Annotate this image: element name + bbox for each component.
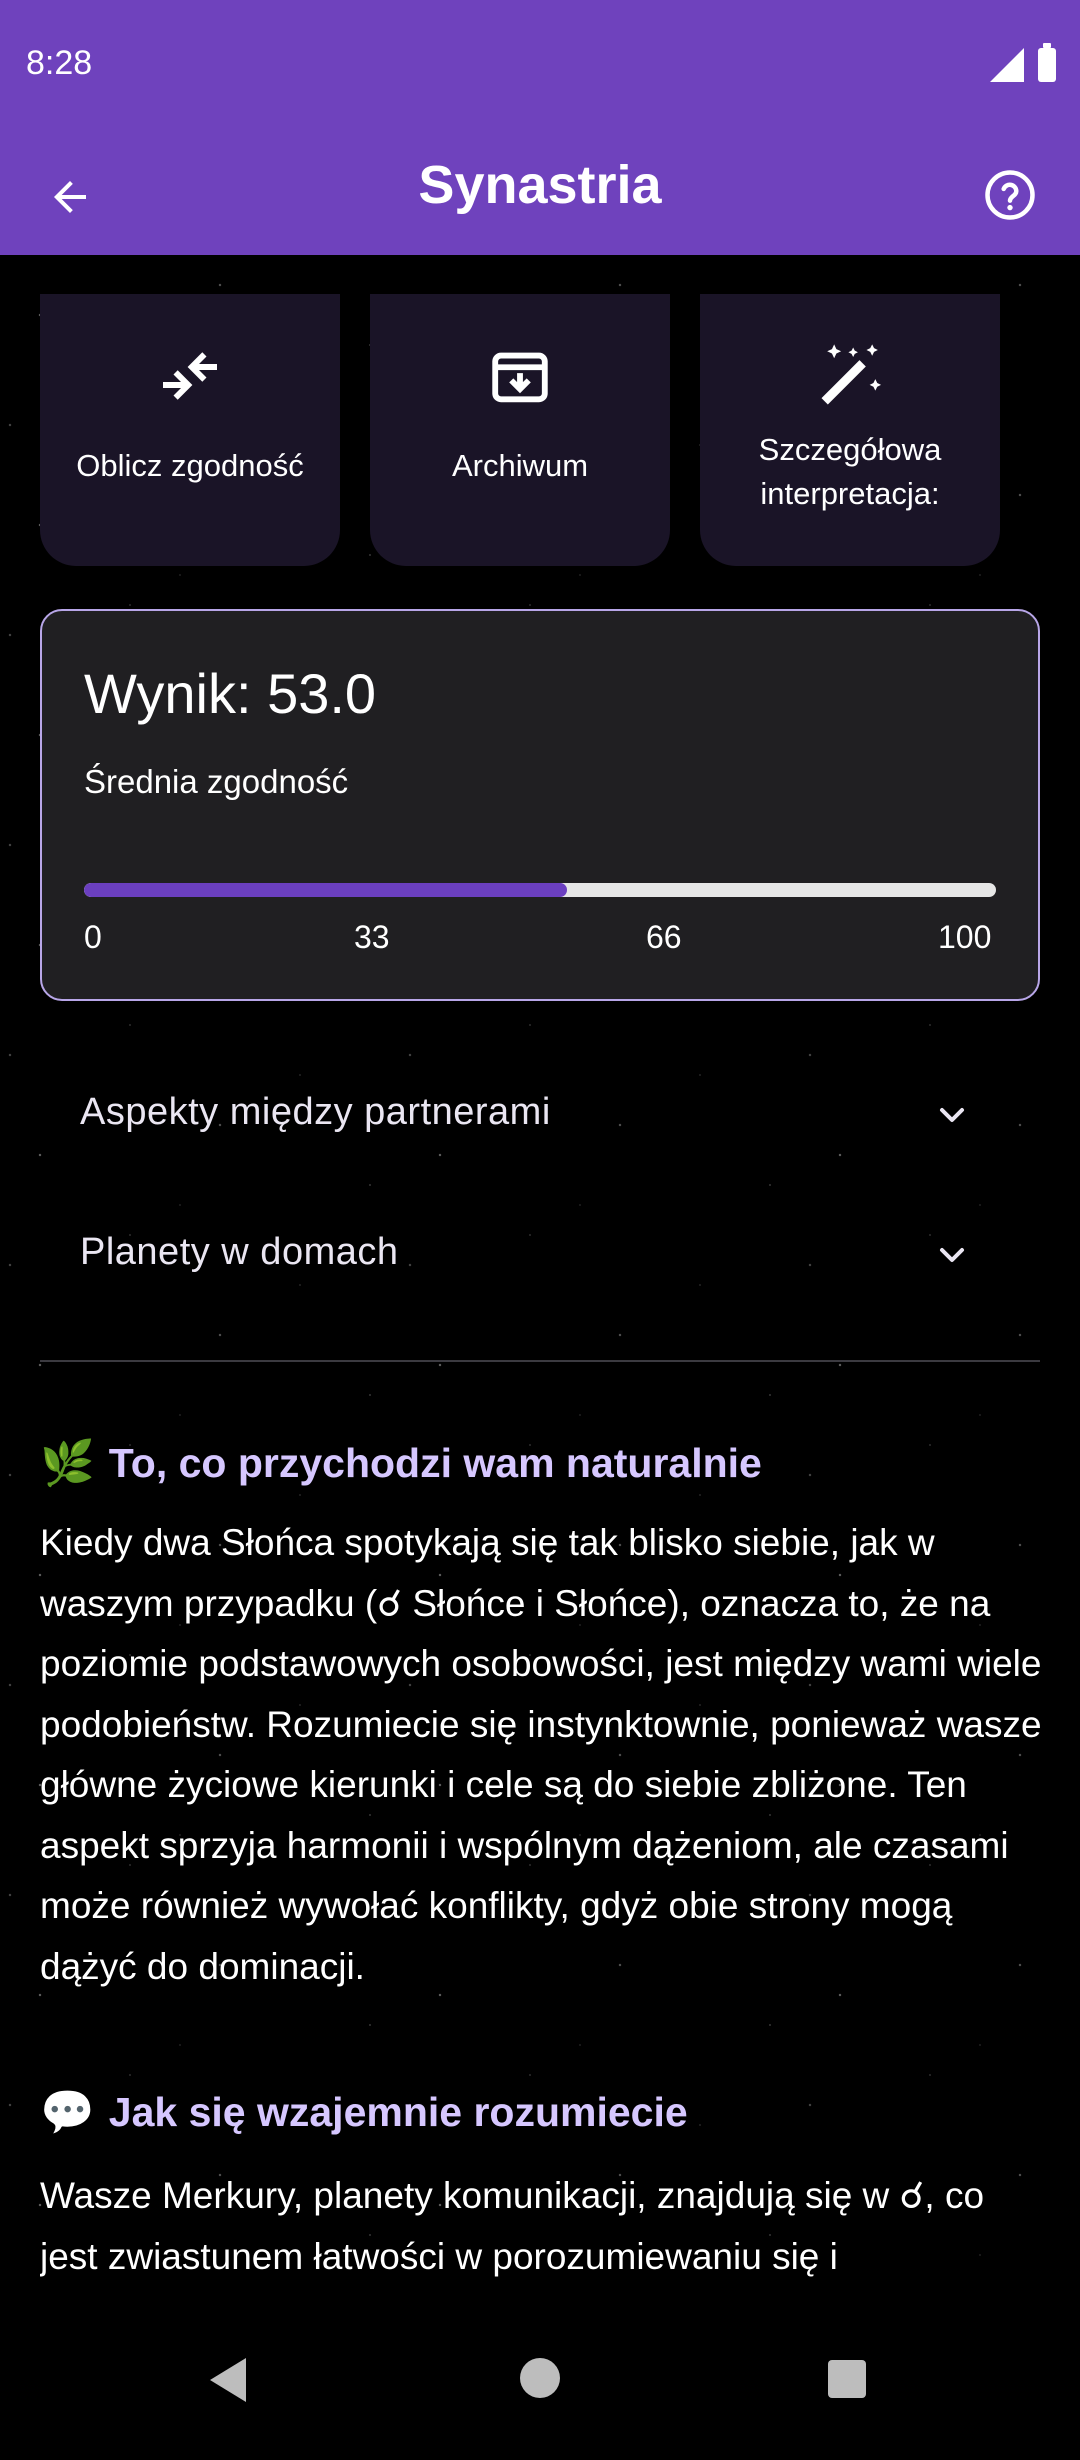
accordion-label: Aspekty między partnerami [80,1091,551,1133]
herb-icon: 🌿 [40,1439,95,1488]
section-body-communication: Wasze Merkury, planety komunikacji, znaj… [40,2175,985,2277]
nav-back-icon[interactable] [210,2358,246,2402]
nav-home-icon[interactable] [520,2358,560,2398]
archive-label: Archiwum [451,448,589,483]
chevron-down-icon [940,1108,964,1122]
score-card: Wynik: 53.0 Średnia zgodność 0 33 66 100 [40,609,1040,1001]
scale-tick: 66 [646,919,682,955]
score-progress-bar [84,883,996,897]
score-value: Wynik: 53.0 [84,662,377,725]
chevron-down-icon [940,1248,964,1262]
page-title: Synastria [418,155,662,215]
archive-icon [492,352,548,403]
score-description: Średnia zgodność [84,763,349,800]
help-icon [985,170,1035,220]
archive-button[interactable]: Archiwum [370,294,670,566]
scale-tick: 33 [354,919,390,955]
calculate-compatibility-label: Oblicz zgodność [76,448,304,483]
magic-wand-icon [821,344,882,405]
compare-arrows-icon [163,352,217,400]
status-icons [990,43,1056,82]
accordion-planets-in-houses[interactable]: Planety w domach [40,1203,1040,1303]
accordion-partner-aspects[interactable]: Aspekty między partnerami [40,1063,1040,1163]
status-bar: 8:28 [0,0,1080,135]
score-progress-fill [84,883,568,897]
section-body-natural: Kiedy dwa Słońca spotykają się tak blisk… [40,1522,1042,1987]
divider [40,1360,1040,1362]
signal-icon [990,48,1024,82]
detailed-interpretation-button[interactable]: Szczegółowa interpretacja: [700,294,1000,566]
nav-recents-icon[interactable] [828,2360,866,2398]
section-heading-communication: 💬 Jak się wzajemnie rozumiecie [40,2086,688,2138]
scale-tick: 0 [84,919,102,955]
action-cards: Oblicz zgodność Archiwum Szczegółowa int… [40,294,1000,566]
help-button[interactable] [970,155,1050,235]
app-bar: Synastria [0,135,1080,255]
section-title: To, co przychodzi wam naturalnie [108,1439,762,1486]
battery-icon [1038,43,1056,82]
calculate-compatibility-button[interactable]: Oblicz zgodność [40,294,340,566]
system-nav-bar [0,2280,1080,2460]
accordion-label: Planety w domach [80,1231,399,1273]
detailed-interpretation-label: Szczegółowa interpretacja: [758,432,942,511]
scale-tick: 100 [938,919,992,955]
status-time: 8:28 [26,44,93,82]
section-heading-natural: 🌿 To, co przychodzi wam naturalnie [40,1437,762,1489]
speech-bubble-icon: 💬 [40,2088,95,2137]
section-title: Jak się wzajemnie rozumiecie [108,2088,688,2135]
